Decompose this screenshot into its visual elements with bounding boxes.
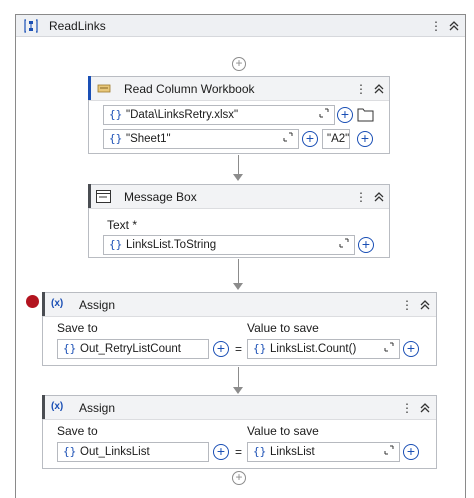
more-vert-icon[interactable]: ⋮ <box>353 188 369 206</box>
save-to-label: Save to <box>57 321 98 335</box>
text-label: Text * <box>107 218 138 232</box>
add-plus-icon[interactable]: + <box>213 444 229 460</box>
add-plus-icon[interactable]: + <box>302 131 318 147</box>
expression-icon: {} <box>109 132 123 145</box>
assign-header-1: (x) Assign ⋮ <box>42 292 436 317</box>
value-to-save-field[interactable]: {} LinksList <box>247 442 400 462</box>
collapse-icon[interactable] <box>446 17 462 35</box>
save-to-value: Out_LinksList <box>80 446 150 458</box>
expand-editor-icon[interactable] <box>339 238 349 248</box>
more-vert-icon[interactable]: ⋮ <box>399 296 415 314</box>
add-plus-icon[interactable]: + <box>403 341 419 357</box>
expand-editor-icon[interactable] <box>384 445 394 455</box>
add-activity-icon[interactable]: + <box>232 471 246 485</box>
assign-icon: (x) <box>51 298 64 309</box>
collapse-icon[interactable] <box>417 399 433 417</box>
collapse-icon[interactable] <box>417 296 433 314</box>
expression-icon: {} <box>63 445 77 458</box>
more-vert-icon[interactable]: ⋮ <box>353 80 369 98</box>
assign-icon: (x) <box>51 401 64 412</box>
workbook-path-field[interactable]: {} "Data\LinksRetry.xlsx" <box>103 105 335 125</box>
value-to-save-label: Value to save <box>247 424 319 438</box>
value-to-save-value: LinksList.Count() <box>270 343 357 355</box>
expression-icon: {} <box>109 238 123 251</box>
expand-editor-icon[interactable] <box>283 132 293 142</box>
expression-icon: {} <box>253 445 267 458</box>
expression-icon: {} <box>63 342 77 355</box>
add-plus-icon[interactable]: + <box>403 444 419 460</box>
read-column-title: Read Column Workbook <box>124 82 255 96</box>
save-to-field[interactable]: {} Out_RetryListCount <box>57 339 209 359</box>
value-to-save-field[interactable]: {} LinksList.Count() <box>247 339 400 359</box>
save-to-value: Out_RetryListCount <box>80 343 181 355</box>
add-plus-icon[interactable]: + <box>358 237 374 253</box>
assign-card-1[interactable]: (x) Assign ⋮ Save to Value to save {} Ou… <box>42 292 437 366</box>
assign-title-1: Assign <box>79 298 116 312</box>
collapse-icon[interactable] <box>371 188 387 206</box>
card-accent <box>42 395 45 419</box>
expression-icon: {} <box>253 342 267 355</box>
card-accent <box>42 292 45 316</box>
more-vert-icon[interactable]: ⋮ <box>428 17 444 35</box>
value-to-save-value: LinksList <box>270 446 315 458</box>
add-plus-icon[interactable]: + <box>337 107 353 123</box>
sheet-name-value: "Sheet1" <box>126 133 171 145</box>
sequence-title: ReadLinks <box>49 19 106 33</box>
value-to-save-label: Value to save <box>247 321 319 335</box>
excel-read-icon <box>97 84 111 93</box>
add-plus-icon[interactable]: + <box>357 131 373 147</box>
connector-arrow <box>233 387 243 394</box>
start-cell-value: "A2" <box>327 133 350 145</box>
assign-header-2: (x) Assign ⋮ <box>42 395 436 420</box>
connector-line <box>238 155 239 174</box>
equals-sign: = <box>235 445 243 459</box>
read-column-card[interactable]: Read Column Workbook ⋮ {} "Data\LinksRet… <box>88 76 390 154</box>
connector-line <box>238 367 239 387</box>
expand-editor-icon[interactable] <box>384 342 394 352</box>
equals-sign: = <box>235 342 243 356</box>
connector-arrow <box>233 174 243 181</box>
card-accent <box>88 76 91 100</box>
message-text-field[interactable]: {} LinksList.ToString <box>103 235 355 255</box>
message-box-header: Message Box ⋮ <box>88 184 389 209</box>
connector-line <box>238 259 239 283</box>
add-activity-icon[interactable]: + <box>232 57 246 71</box>
message-box-title: Message Box <box>124 190 197 204</box>
read-column-header: Read Column Workbook ⋮ <box>88 76 389 101</box>
save-to-field[interactable]: {} Out_LinksList <box>57 442 209 462</box>
expand-editor-icon[interactable] <box>319 108 329 118</box>
assign-card-2[interactable]: (x) Assign ⋮ Save to Value to save {} Ou… <box>42 395 437 469</box>
message-text-value: LinksList.ToString <box>126 239 217 251</box>
save-to-label: Save to <box>57 424 98 438</box>
workbook-path-value: "Data\LinksRetry.xlsx" <box>126 109 239 121</box>
add-plus-icon[interactable]: + <box>213 341 229 357</box>
sequence-header[interactable]: ReadLinks ⋮ <box>16 15 465 37</box>
sequence-icon <box>24 19 38 33</box>
card-accent <box>88 184 91 208</box>
collapse-icon[interactable] <box>371 80 387 98</box>
expression-icon: {} <box>109 108 123 121</box>
breakpoint-marker[interactable] <box>26 295 39 308</box>
message-box-icon <box>96 190 111 203</box>
sheet-name-field[interactable]: {} "Sheet1" <box>103 129 299 149</box>
message-box-card[interactable]: Message Box ⋮ Text * {} LinksList.ToStri… <box>88 184 390 258</box>
folder-icon[interactable] <box>357 107 374 122</box>
more-vert-icon[interactable]: ⋮ <box>399 399 415 417</box>
assign-title-2: Assign <box>79 401 116 415</box>
start-cell-field[interactable]: "A2" <box>322 129 350 149</box>
connector-arrow <box>233 283 243 290</box>
